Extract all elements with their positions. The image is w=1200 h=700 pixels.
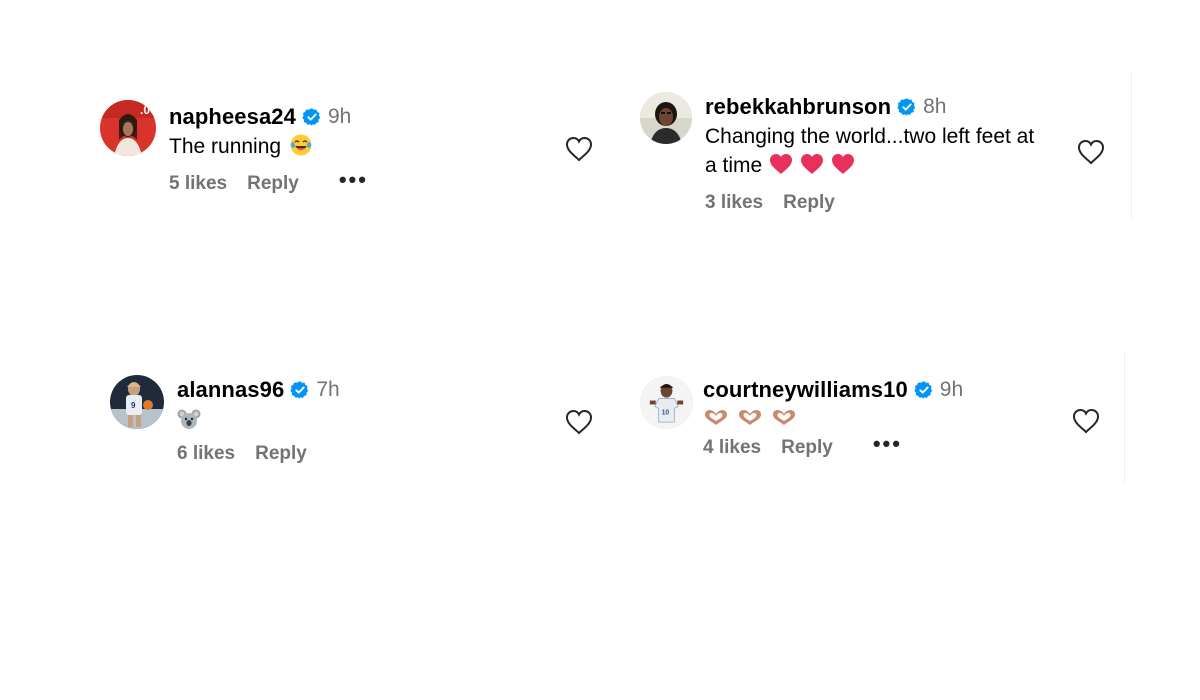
comment-text: The running xyxy=(169,132,569,161)
verified-badge-icon xyxy=(302,107,322,127)
comment-text xyxy=(177,407,557,431)
red-heart-emoji-icon xyxy=(769,153,793,175)
verified-badge-icon xyxy=(914,380,934,400)
like-heart-icon[interactable] xyxy=(565,409,593,435)
likes-count[interactable]: 3 likes xyxy=(705,192,763,214)
like-heart-icon[interactable] xyxy=(1077,139,1105,165)
timestamp: 9h xyxy=(939,378,964,401)
avatar[interactable]: 9 xyxy=(110,375,164,429)
reply-button[interactable]: Reply xyxy=(255,443,307,465)
username[interactable]: alannas96 xyxy=(177,377,284,403)
laughing-tears-emoji-icon xyxy=(289,133,313,157)
comments-collage: .00 napheesa24 9h The running 5 likes Re… xyxy=(0,0,1200,700)
comment-text-line2: a time xyxy=(705,151,1075,180)
username[interactable]: courtneywilliams10 xyxy=(703,377,908,403)
avatar-image: 9 xyxy=(110,375,164,429)
likes-count[interactable]: 4 likes xyxy=(703,437,761,459)
avatar-image xyxy=(640,92,692,144)
comment-text-line2-content: a time xyxy=(705,154,763,177)
username[interactable]: rebekkahbrunson xyxy=(705,94,891,120)
username[interactable]: napheesa24 xyxy=(169,104,296,130)
avatar[interactable]: .00 xyxy=(100,100,156,156)
heart-hands-emoji-icon xyxy=(703,409,729,427)
svg-text:10: 10 xyxy=(662,409,670,416)
like-heart-icon[interactable] xyxy=(1072,408,1100,434)
avatar-image: .00 xyxy=(100,100,156,156)
svg-text:9: 9 xyxy=(131,401,136,410)
likes-count[interactable]: 5 likes xyxy=(169,173,227,195)
likes-count[interactable]: 6 likes xyxy=(177,443,235,465)
timestamp: 7h xyxy=(316,378,340,401)
timestamp: 8h xyxy=(923,95,947,118)
koala-emoji-icon xyxy=(177,407,201,431)
red-heart-emoji-icon xyxy=(800,153,824,175)
reply-button[interactable]: Reply xyxy=(783,192,835,214)
reply-button[interactable]: Reply xyxy=(781,437,833,459)
heart-hands-emoji-icon xyxy=(737,409,763,427)
panel-divider xyxy=(1124,352,1125,482)
red-heart-emoji-icon xyxy=(831,153,855,175)
timestamp: 9h xyxy=(327,105,352,128)
comment-text-content: The running xyxy=(169,135,282,158)
avatar[interactable] xyxy=(640,92,692,144)
avatar-image: 10 xyxy=(641,377,692,428)
comment-text-line1: Changing the world...two left feet at xyxy=(705,125,1035,148)
comment-text: Changing the world...two left feet at a … xyxy=(705,122,1075,180)
svg-text:.00: .00 xyxy=(140,103,156,117)
reply-button[interactable]: Reply xyxy=(247,173,299,195)
heart-hands-emoji-icon xyxy=(771,409,797,427)
avatar[interactable]: 10 xyxy=(640,376,693,429)
more-options-icon[interactable]: ••• xyxy=(873,433,902,457)
like-heart-icon[interactable] xyxy=(565,136,593,162)
more-options-icon[interactable]: ••• xyxy=(339,169,368,193)
panel-divider xyxy=(1131,72,1132,220)
verified-badge-icon xyxy=(290,380,310,400)
verified-badge-icon xyxy=(897,97,917,117)
comment-text xyxy=(703,409,1083,427)
